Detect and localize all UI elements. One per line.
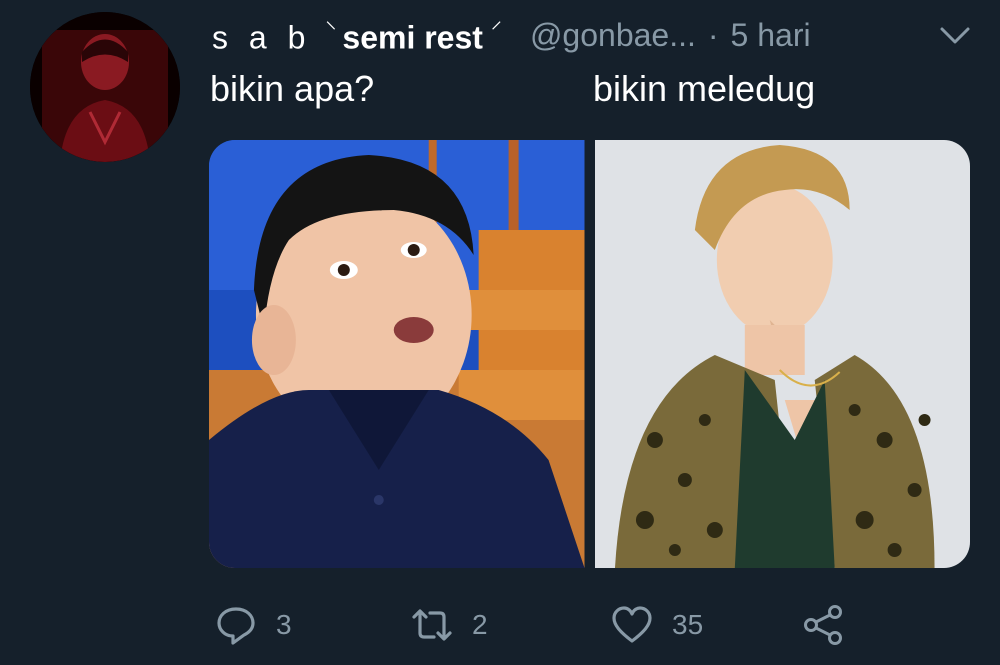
like-count: 35 <box>672 609 704 640</box>
share-button[interactable] <box>802 600 846 650</box>
reply-count: 3 <box>276 609 292 640</box>
heart-icon <box>612 606 652 643</box>
retweet-count: 2 <box>472 609 488 640</box>
header-separator: · <box>707 16 719 53</box>
display-name-suffix: semi rest <box>342 19 483 56</box>
tweet-text-left: bikin apa? <box>210 68 375 109</box>
tweet-card[interactable]: s a b ⸌ semi rest ⸍ @gonbae... · 5 hari bik… <box>0 0 1000 665</box>
retweet-icon <box>412 609 452 641</box>
tweet-text-right: bikin meledug <box>593 68 816 109</box>
avatar-image <box>30 12 180 162</box>
tweet-media[interactable] <box>209 140 970 568</box>
retweet-button[interactable]: 2 <box>410 600 488 650</box>
media-image-left[interactable] <box>209 140 585 568</box>
tweet-actions: 3 2 35 <box>214 600 854 650</box>
reply-button[interactable]: 3 <box>214 600 292 650</box>
avatar[interactable] <box>30 12 180 162</box>
display-name-decoration-end: ⸍ <box>490 16 502 42</box>
chevron-down-icon[interactable] <box>938 20 972 50</box>
display-name-main: s a b <box>212 19 312 56</box>
user-handle[interactable]: @gonbae... <box>530 17 696 54</box>
share-icon <box>804 605 842 645</box>
timestamp[interactable]: 5 hari <box>731 17 811 54</box>
display-name[interactable]: s a b ⸌ semi rest ⸍ <box>212 14 502 57</box>
reply-icon <box>217 607 255 645</box>
media-image-right[interactable] <box>594 140 970 568</box>
display-name-decoration: ⸌ <box>325 16 337 42</box>
tweet-header: s a b ⸌ semi rest ⸍ @gonbae... · 5 hari <box>212 10 972 60</box>
like-button[interactable]: 35 <box>610 600 703 650</box>
